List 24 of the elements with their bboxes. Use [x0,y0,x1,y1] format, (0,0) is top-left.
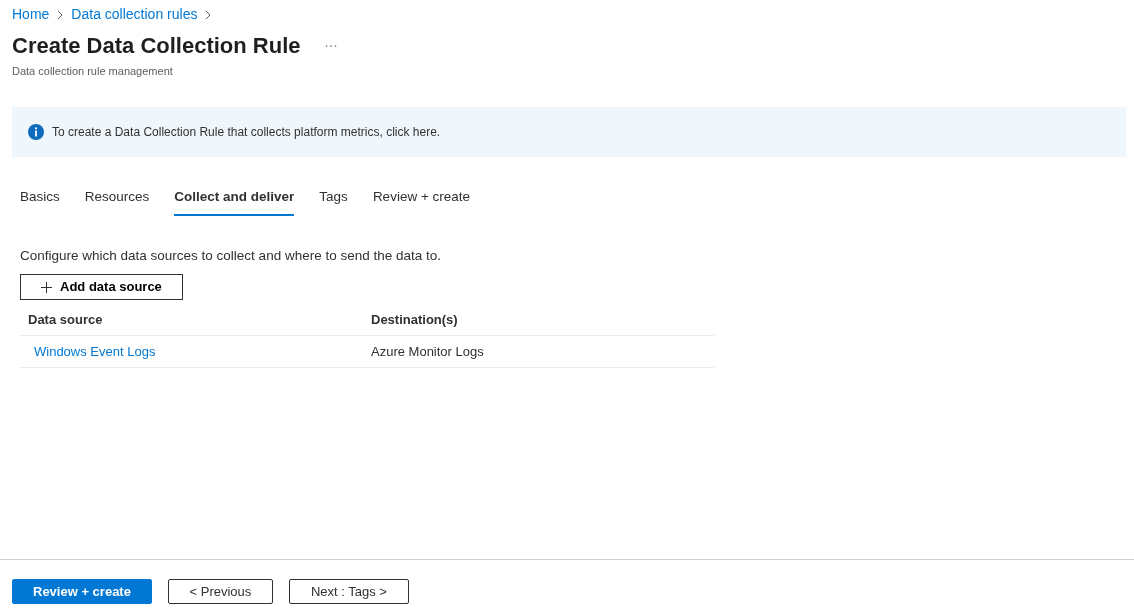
add-data-source-button[interactable]: Add data source [20,274,183,300]
chevron-right-icon [57,9,64,20]
next-button[interactable]: Next : Tags > [288,579,409,604]
page-subtitle: Data collection rule management [12,64,174,80]
banner-text: To create a Data Collection Rule that collects platform metrics, click here. [52,123,441,141]
description-text: Configure which data sources to collect and where to send the data to. [19,247,442,266]
previous-button[interactable]: < Previous [167,579,273,604]
tab[interactable]: Review + create [372,182,471,217]
column-header: Data source [27,310,104,329]
breadcrumb-link[interactable]: Home [12,4,50,25]
info-icon [28,123,44,140]
review-create-button[interactable]: Review + create [12,579,152,604]
chevron-right-icon [205,9,212,20]
plus-icon [41,281,52,293]
data-source-link[interactable]: Windows Event Logs [34,343,156,359]
tab[interactable]: Basics [20,182,60,217]
column-header: Destination(s) [371,310,458,329]
more-icon[interactable] [324,44,337,49]
page-title: Create Data Collection Rule [12,33,301,60]
breadcrumb-link[interactable]: Data collection rules [71,4,198,25]
tab[interactable]: Tags [319,182,348,217]
tab[interactable]: Resources [84,182,150,217]
table-cell-text: Azure Monitor Logs [371,342,484,361]
tab[interactable]: Collect and deliver [174,182,295,217]
